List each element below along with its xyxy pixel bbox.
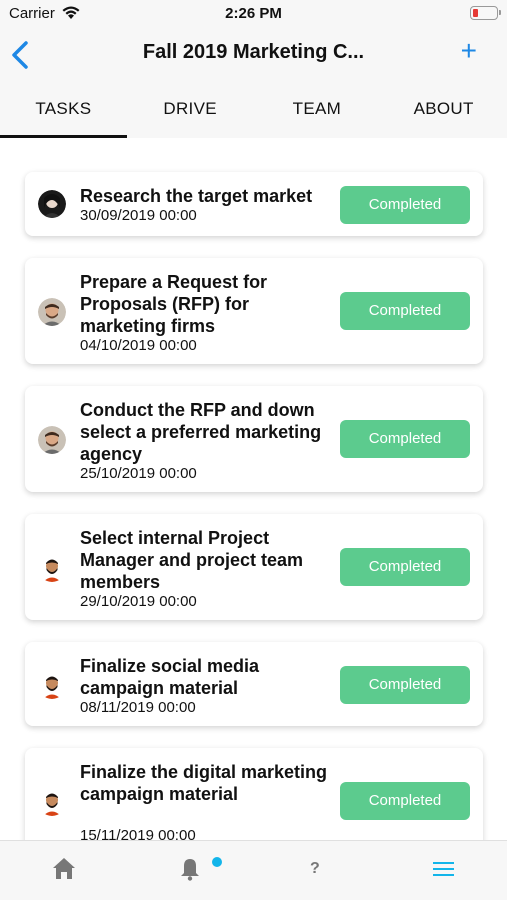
task-date: 29/10/2019 00:00 [80,593,197,610]
avatar [38,298,66,326]
task-card[interactable]: Finalize the digital marketing campaign … [25,748,483,840]
task-card[interactable]: Finalize social media campaign material … [25,642,483,726]
tab-about[interactable]: ABOUT [380,80,507,138]
page-title: Fall 2019 Marketing C... [142,41,365,63]
notification-dot [212,857,222,867]
status-button[interactable]: Completed [340,666,470,704]
battery-level [473,9,478,17]
nav-bar: Fall 2019 Marketing C... + [0,28,507,80]
menu-icon [433,862,454,876]
task-card[interactable]: Research the target market 30/09/2019 00… [25,172,483,236]
task-title: Prepare a Request for Proposals (RFP) fo… [80,272,268,336]
task-title: Finalize the digital marketing campaign … [80,762,328,804]
battery-icon [470,6,501,20]
clock: 2:26 PM [225,5,282,22]
add-button[interactable]: + [461,36,477,66]
task-title: Research the target market [80,186,313,206]
status-button[interactable]: Completed [340,186,470,224]
tab-team[interactable]: TEAM [254,80,381,138]
status-button[interactable]: Completed [340,292,470,330]
avatar [38,671,66,699]
tab-tasks[interactable]: TASKS [0,80,127,138]
task-title: Select internal Project Manager and proj… [80,528,304,592]
status-button[interactable]: Completed [340,420,470,458]
task-date: 15/11/2019 00:00 [80,827,196,840]
avatar [38,190,66,218]
avatar [38,788,66,816]
tab-drive[interactable]: DRIVE [127,80,254,138]
bottom-nav: ? [0,840,507,900]
help-icon[interactable]: ? [310,860,320,878]
task-date: 30/09/2019 00:00 [80,207,197,224]
home-icon [53,858,75,879]
task-card[interactable]: Select internal Project Manager and proj… [25,514,483,620]
nav-home[interactable] [34,841,94,899]
status-button[interactable]: Completed [340,548,470,586]
status-button[interactable]: Completed [340,782,470,820]
avatar [38,426,66,454]
task-title: Conduct the RFP and down select a prefer… [80,400,322,464]
task-card[interactable]: Conduct the RFP and down select a prefer… [25,386,483,492]
back-button[interactable] [9,40,31,70]
avatar [38,554,66,582]
task-card[interactable]: Prepare a Request for Proposals (RFP) fo… [25,258,483,364]
bell-icon [181,859,199,881]
task-date: 08/11/2019 00:00 [80,699,196,716]
task-date: 04/10/2019 00:00 [80,337,197,354]
nav-menu[interactable] [413,841,473,899]
nav-notifications[interactable] [160,841,220,899]
chevron-left-icon [12,41,28,69]
tab-bar: TASKS DRIVE TEAM ABOUT [0,80,507,138]
status-bar: Carrier 2:26 PM [0,0,507,28]
task-date: 25/10/2019 00:00 [80,465,197,482]
task-title: Finalize social media campaign material [80,656,260,698]
task-list: Research the target market 30/09/2019 00… [0,138,507,840]
